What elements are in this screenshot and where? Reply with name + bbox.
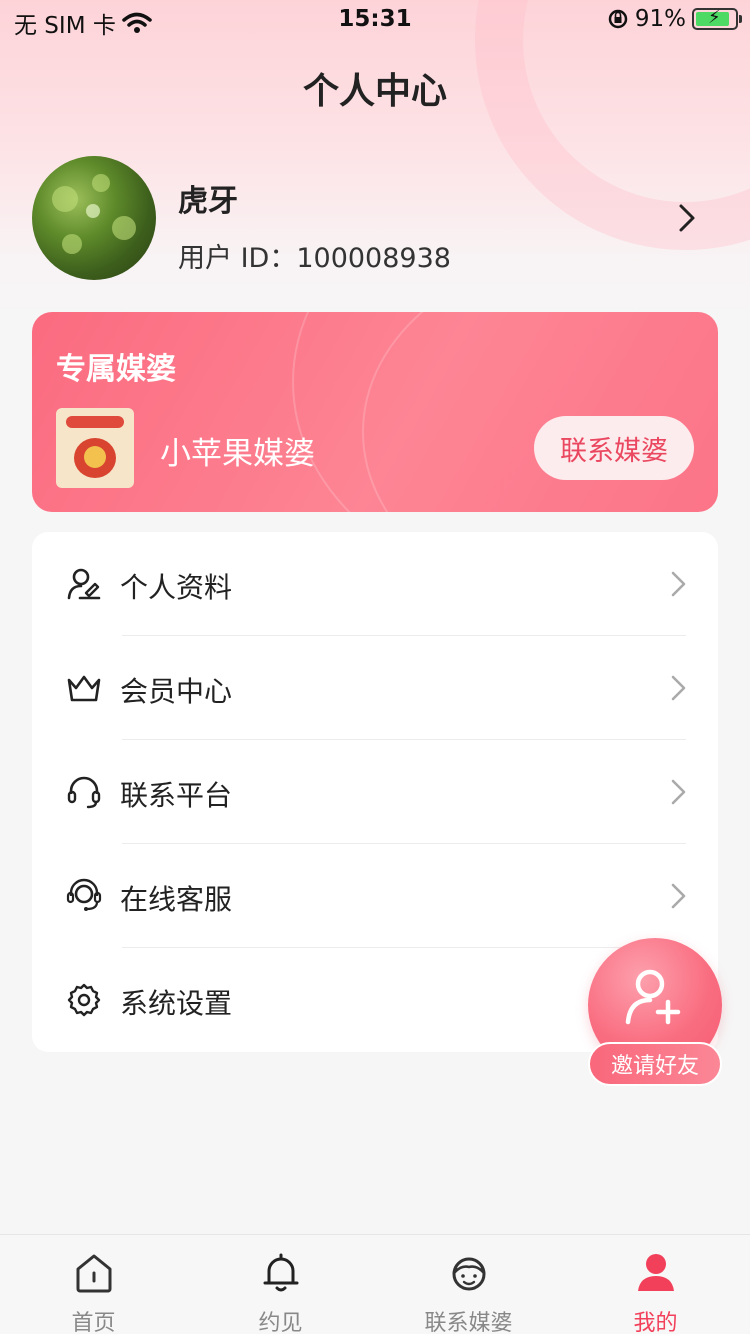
chevron-right-icon <box>671 675 686 701</box>
tab-label: 联系媒婆 <box>424 1311 513 1334</box>
tab-mine[interactable]: 我的 <box>562 1235 749 1334</box>
gear-icon <box>67 983 101 1017</box>
matchmaker-card: 专属媒婆 小苹果媒婆 联系媒婆 <box>32 312 718 512</box>
user-avatar[interactable] <box>32 156 156 280</box>
chevron-right-icon <box>671 571 686 597</box>
card-decoration <box>362 312 718 512</box>
matchmaker-name: 小苹果媒婆 <box>160 436 315 472</box>
menu-item-label: 联系平台 <box>120 779 233 812</box>
chevron-right-icon <box>671 883 686 909</box>
add-user-icon <box>625 969 681 1025</box>
menu-item-contact-platform[interactable]: 联系平台 <box>32 740 718 844</box>
tab-label: 约见 <box>258 1311 303 1334</box>
invite-friends-button[interactable]: 邀请好友 <box>588 938 722 1088</box>
menu-item-label: 个人资料 <box>120 571 233 604</box>
tab-meet[interactable]: 约见 <box>187 1235 374 1334</box>
status-bar: 无 SIM 卡 15:31 91% ⚡ <box>0 0 750 40</box>
bell-icon <box>263 1253 299 1292</box>
menu-item-label: 在线客服 <box>120 883 233 916</box>
chevron-right-icon <box>671 779 686 805</box>
battery-icon: ⚡ <box>692 7 742 30</box>
user-name[interactable]: 虎牙 <box>178 176 238 220</box>
tab-label: 我的 <box>633 1311 678 1334</box>
person-icon <box>638 1254 674 1291</box>
user-id: 用户 ID：100008938 <box>178 243 451 274</box>
customer-service-icon <box>66 878 102 911</box>
matchmaker-title: 专属媒婆 <box>56 352 176 387</box>
crown-icon <box>67 675 101 702</box>
menu-item-label: 会员中心 <box>120 675 233 708</box>
tab-contact-matchmaker[interactable]: 联系媒婆 <box>375 1235 562 1334</box>
battery-percent: 91% <box>634 6 686 32</box>
page-title: 个人中心 <box>302 71 447 112</box>
matchmaker-avatar <box>56 408 134 488</box>
invite-label: 邀请好友 <box>588 1042 722 1086</box>
headset-icon <box>67 776 101 809</box>
menu-item-label: 系统设置 <box>120 987 233 1020</box>
menu-item-online-service[interactable]: 在线客服 <box>32 844 718 948</box>
tab-bar: 首页 约见 联系媒婆 我的 <box>0 1234 750 1334</box>
tab-label: 首页 <box>71 1311 116 1334</box>
orientation-lock-icon <box>608 9 628 29</box>
matchmaker-face-icon <box>452 1257 486 1291</box>
home-icon <box>76 1254 112 1293</box>
profile-edit-icon <box>67 568 101 600</box>
contact-matchmaker-button[interactable]: 联系媒婆 <box>534 416 694 480</box>
tab-home[interactable]: 首页 <box>0 1235 187 1334</box>
menu-item-membership[interactable]: 会员中心 <box>32 636 718 740</box>
chevron-right-icon[interactable] <box>672 200 702 236</box>
status-right: 91% ⚡ <box>607 6 742 32</box>
menu-item-profile[interactable]: 个人资料 <box>32 532 718 636</box>
